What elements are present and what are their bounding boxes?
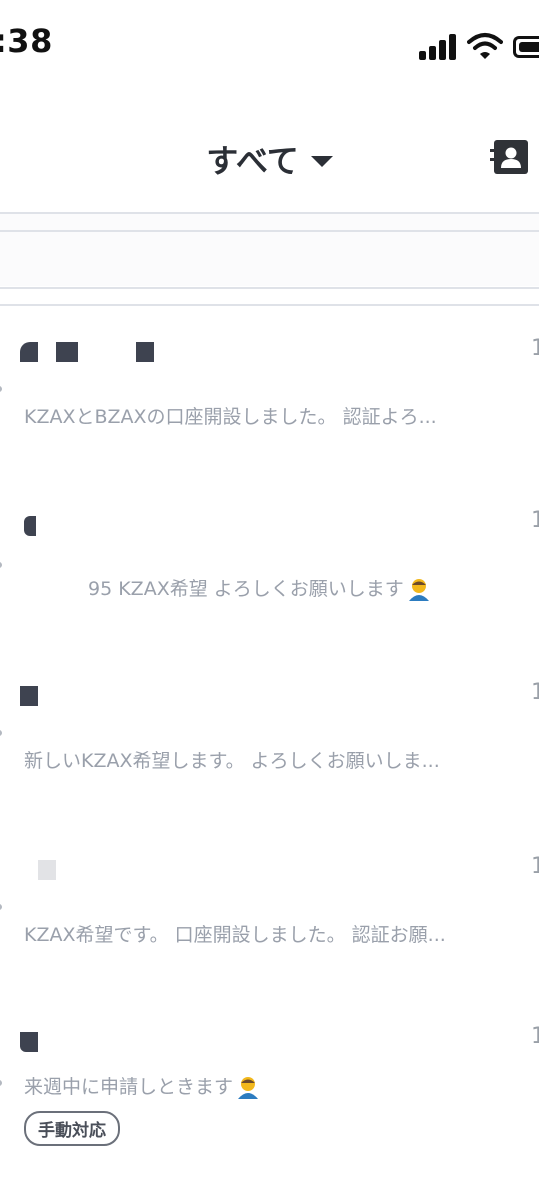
chat-item[interactable]: 1 KZAXとBZAXの口座開設しました。 認証よろ... xyxy=(0,336,539,512)
chat-time: 1 xyxy=(531,680,539,705)
search-bottom-divider xyxy=(0,287,539,289)
header: すべて xyxy=(0,100,539,212)
filter-dropdown[interactable]: すべて xyxy=(206,136,333,182)
battery-icon xyxy=(513,36,539,58)
header-title: すべて xyxy=(206,142,299,180)
side-dot xyxy=(0,730,2,736)
wifi-icon xyxy=(467,33,503,59)
bowing-person-emoji xyxy=(238,1076,259,1099)
side-dot xyxy=(0,386,2,392)
chat-item[interactable]: 1 KZAX希望です。 口座開設しました。 認証お願... xyxy=(0,854,539,1030)
side-dot xyxy=(0,562,2,568)
contacts-button[interactable] xyxy=(490,140,528,174)
chat-time: 1 xyxy=(531,508,539,533)
caret-down-icon xyxy=(310,155,333,167)
search-strip[interactable] xyxy=(0,214,539,286)
chat-preview-text: 来週中に申請しときます xyxy=(24,1076,234,1098)
chat-preview: KZAXとBZAXの口座開設しました。 認証よろ... xyxy=(24,406,437,428)
chat-preview: 来週中に申請しときます xyxy=(24,1072,261,1101)
chat-time: 1 xyxy=(531,1024,539,1049)
search-top-divider xyxy=(0,230,539,232)
chat-item[interactable]: 1 95 KZAX希望 よろしくお願いします xyxy=(0,508,539,686)
list-divider xyxy=(0,304,539,306)
status-bar: :38 xyxy=(0,0,539,96)
manual-handling-tag[interactable]: 手動対応 xyxy=(24,1111,120,1146)
chat-time: 1 xyxy=(531,336,539,361)
bowing-person-emoji xyxy=(408,578,429,601)
cellular-signal-icon xyxy=(419,32,459,60)
status-time: :38 xyxy=(0,22,53,60)
chat-preview: 新しいKZAX希望します。 よろしくお願いしま... xyxy=(24,750,440,772)
chat-item[interactable]: 1 新しいKZAX希望します。 よろしくお願いしま... xyxy=(0,680,539,856)
chat-time: 1 xyxy=(531,854,539,879)
contacts-icon xyxy=(501,147,521,168)
chat-preview-text: 95 KZAX希望 よろしくお願いします xyxy=(88,578,404,600)
side-dot xyxy=(0,1080,2,1086)
chat-preview: 95 KZAX希望 よろしくお願いします xyxy=(88,574,432,603)
chat-preview: KZAX希望です。 口座開設しました。 認証お願... xyxy=(24,924,446,946)
side-dot xyxy=(0,904,2,910)
